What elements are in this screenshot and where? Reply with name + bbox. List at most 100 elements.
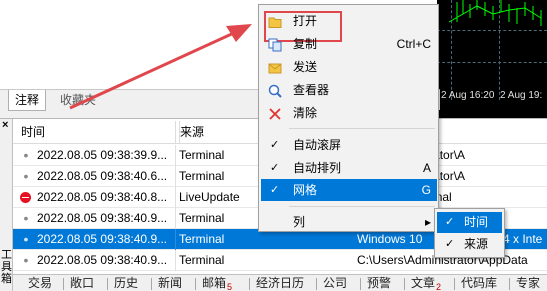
tab-experts[interactable]: 专家 [509, 275, 540, 291]
tab-notes[interactable]: 注释 [8, 90, 47, 111]
menu-label: 查看器 [293, 83, 330, 97]
menu-label: 来源 [464, 237, 489, 251]
tab-label: 公司 [323, 276, 348, 290]
toolbox-sidebar: × 工具箱 [0, 119, 13, 291]
column-header-source[interactable]: 来源 [179, 121, 204, 144]
tab-label: 代码库 [461, 276, 498, 290]
menu-label: 发送 [293, 60, 318, 74]
menu-label: 自动滚屏 [293, 138, 342, 152]
menu-separator [289, 206, 435, 207]
menu-shortcut: G [421, 183, 431, 197]
column-divider [175, 208, 176, 229]
tab-label: 新闻 [158, 276, 183, 290]
chart-time-label: 2 Aug 19: [500, 90, 543, 101]
tab-label: 专家 [516, 276, 541, 290]
menu-label: 打开 [293, 14, 318, 28]
log-time: 2022.08.05 09:38:40.9... [37, 211, 168, 225]
log-time: 2022.08.05 09:38:40.9... [37, 253, 168, 267]
tab-label: 历史 [114, 276, 139, 290]
column-divider[interactable] [175, 121, 176, 144]
check-icon: ✓ [445, 238, 455, 250]
check-icon: ✓ [270, 139, 280, 151]
toolbox-tabs: 交易 敞口 历史 新闻 邮箱5 经济日历 公司 预警 文章2 代码库 专家 [13, 274, 547, 291]
tab-trade[interactable]: 交易 [21, 275, 52, 291]
log-source: Terminal [179, 169, 225, 183]
column-divider [175, 145, 176, 166]
terminal-window: 2 Aug 16:20 2 Aug 19: 注释 收藏夹 × 工具箱 时间 来源… [0, 0, 547, 291]
menu-shortcut: Ctrl+C [396, 37, 431, 51]
log-time: 2022.08.05 09:38:40.8... [37, 190, 168, 204]
check-icon: ✓ [270, 184, 280, 196]
tab-label: 经济日历 [256, 276, 305, 290]
tab-history[interactable]: 历史 [107, 275, 138, 291]
menu-label: 列 [293, 215, 306, 229]
log-message-part: Windows 10 [357, 232, 423, 246]
tab-exposure[interactable]: 敞口 [63, 275, 94, 291]
log-time: 2022.08.05 09:38:40.9... [37, 232, 168, 246]
price-chart[interactable]: 2 Aug 16:20 2 Aug 19: [437, 0, 547, 118]
menu-item-auto-arrange[interactable]: ✓ 自动排列 A [261, 157, 437, 179]
check-icon: ✓ [445, 216, 455, 228]
menu-item-viewer[interactable]: 查看器 [261, 79, 437, 101]
log-source: Terminal [179, 148, 225, 162]
folder-icon [268, 14, 282, 28]
menu-item-auto-scroll[interactable]: ✓ 自动滚屏 [261, 134, 437, 156]
tab-articles[interactable]: 文章2 [404, 275, 441, 291]
menu-item-copy[interactable]: 复制 Ctrl+C [261, 33, 437, 55]
dot-icon: • [23, 147, 29, 163]
copy-icon [268, 37, 282, 52]
toolbox-vertical-label: 工具箱 [1, 249, 12, 285]
tab-label: 文章 [411, 276, 436, 290]
log-message-part: 4 x Inte [503, 232, 543, 246]
submenu-arrow-icon: ▸ [424, 215, 431, 229]
tab-alerts[interactable]: 预警 [360, 275, 391, 291]
menu-label: 网格 [293, 183, 318, 197]
menu-item-open[interactable]: 打开 [261, 10, 437, 32]
menu-item-grid[interactable]: ✓ 网格 G [261, 179, 437, 201]
column-divider [175, 166, 176, 187]
log-source: Terminal [179, 232, 225, 246]
menu-item-columns[interactable]: 列 ▸ [261, 211, 437, 233]
menu-label: 复制 [293, 37, 318, 51]
tab-label: 预警 [367, 276, 392, 290]
tab-company[interactable]: 公司 [316, 275, 347, 291]
log-time: 2022.08.05 09:38:39.9... [37, 148, 168, 162]
envelope-icon [268, 60, 282, 74]
column-divider [175, 250, 176, 271]
tab-news[interactable]: 新闻 [151, 275, 182, 291]
menu-item-clear[interactable]: 清除 [261, 102, 437, 124]
articles-count-badge: 2 [436, 282, 442, 291]
submenu-item-time[interactable]: ✓ 时间 [437, 212, 502, 233]
log-source: LiveUpdate [179, 190, 240, 204]
menu-shortcut: A [422, 161, 431, 175]
menu-item-send[interactable]: 发送 [261, 56, 437, 78]
tab-mailbox[interactable]: 邮箱5 [195, 275, 232, 291]
chart-time-label: 2 Aug 16:20 [441, 90, 495, 101]
dot-icon: • [23, 231, 29, 247]
dot-icon: • [23, 168, 29, 184]
column-header-time[interactable]: 时间 [21, 121, 45, 144]
tab-favorites[interactable]: 收藏夹 [54, 90, 102, 111]
tab-label: 邮箱 [202, 276, 227, 290]
menu-label: 清除 [293, 106, 318, 120]
submenu-item-source[interactable]: ✓ 来源 [437, 234, 502, 255]
dot-icon: • [23, 210, 29, 226]
tab-economic-calendar[interactable]: 经济日历 [249, 275, 304, 291]
delete-icon [268, 106, 282, 120]
viewer-icon [268, 83, 282, 98]
check-icon: ✓ [270, 162, 280, 174]
tab-label: 敞口 [70, 276, 95, 290]
columns-submenu: ✓ 时间 ✓ 来源 [434, 208, 505, 258]
log-source: Terminal [179, 253, 225, 267]
context-menu: 打开 复制 Ctrl+C 发送 查看器 清除 ✓ 自动滚屏 ✓ 自动排列 A ✓… [258, 4, 439, 232]
log-time: 2022.08.05 09:38:40.6... [37, 169, 168, 183]
close-icon[interactable]: × [2, 120, 8, 131]
tab-label: 交易 [28, 276, 53, 290]
column-divider [175, 229, 176, 250]
tab-code-base[interactable]: 代码库 [454, 275, 497, 291]
menu-label: 自动排列 [293, 161, 342, 175]
menu-label: 时间 [464, 215, 489, 229]
mail-count-badge: 5 [227, 282, 233, 291]
menu-separator [289, 128, 435, 129]
column-divider [175, 187, 176, 208]
